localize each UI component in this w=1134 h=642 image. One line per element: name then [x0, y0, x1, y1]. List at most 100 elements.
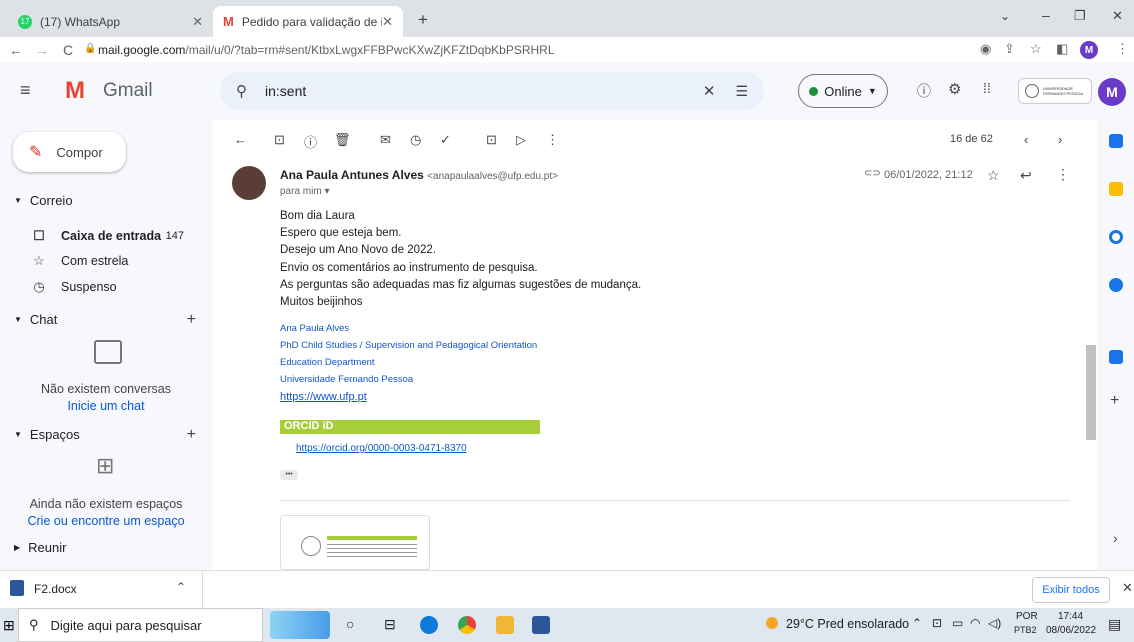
tab-whatsapp[interactable]: 17 (17) WhatsApp ✕ [8, 6, 213, 37]
cortana-icon[interactable]: ○ [346, 616, 354, 632]
attachment-thumbnail[interactable] [280, 515, 430, 570]
volume-icon[interactable]: ◁) [988, 616, 1001, 630]
search-bar[interactable]: ⚲ in:sent ✕ ☰ [220, 72, 764, 110]
snooze-icon[interactable]: ◷ [410, 132, 421, 148]
report-spam-icon[interactable]: ⓘ [304, 132, 317, 151]
close-downloads-icon[interactable]: ✕ [1122, 580, 1133, 596]
message-more-icon[interactable]: ⋮ [1056, 166, 1070, 183]
back-arrow-icon[interactable]: ← [234, 132, 247, 147]
sidebar-item-starred[interactable]: ☆ Com estrela [30, 253, 200, 269]
back-icon[interactable]: ← [6, 42, 26, 58]
get-addons-plus-icon[interactable]: + [1110, 392, 1119, 410]
apps-grid-icon[interactable]: ⁞⁞ [983, 80, 991, 96]
section-meet[interactable]: ▶ Reunir [14, 540, 204, 555]
scrollbar-thumb[interactable] [1086, 345, 1096, 440]
mark-unread-icon[interactable]: ✉ [380, 132, 391, 148]
delete-icon[interactable]: 🗑 [334, 132, 351, 148]
new-space-plus-icon[interactable]: + [187, 426, 196, 444]
battery-icon[interactable]: ▭ [952, 616, 963, 630]
forward-icon[interactable]: → [32, 42, 52, 58]
chrome-icon[interactable] [458, 616, 476, 634]
clear-search-icon[interactable]: ✕ [703, 82, 716, 100]
new-chat-plus-icon[interactable]: + [187, 311, 196, 329]
taskbar-search[interactable]: ⚲ Digite aqui para pesquisar [18, 608, 263, 642]
close-window-icon[interactable]: ✕ [1112, 8, 1123, 24]
new-tab-icon[interactable]: + [418, 10, 428, 30]
contacts-icon[interactable] [1109, 278, 1123, 292]
zoom-icon[interactable] [1109, 350, 1123, 364]
word-icon[interactable] [532, 616, 550, 634]
sidepanel-icon[interactable]: ◧ [1056, 41, 1068, 57]
add-task-icon[interactable]: ✓ [440, 132, 451, 148]
eye-icon[interactable]: ◉ [980, 41, 991, 57]
news-widget-image[interactable] [270, 611, 330, 639]
file-explorer-icon[interactable] [496, 616, 514, 634]
star-icon[interactable]: ☆ [987, 167, 1000, 184]
university-logo-icon [1025, 84, 1039, 98]
section-correio[interactable]: ▼ Correio [14, 193, 204, 208]
wifi-icon[interactable]: ◠ [970, 616, 980, 630]
windows-start-icon[interactable]: ⊞ [3, 617, 15, 634]
status-dropdown[interactable]: Online ▼ [798, 74, 888, 108]
reply-icon[interactable]: ↩ [1020, 167, 1032, 184]
spaces-icon: ⊞ [96, 453, 115, 478]
tray-chevron-icon[interactable]: ⌃ [912, 616, 922, 630]
calendar-icon[interactable] [1109, 134, 1123, 148]
clock-date[interactable]: 08/06/2022 [1046, 625, 1096, 636]
help-icon[interactable]: ⓘ [917, 81, 931, 101]
minimize-icon[interactable]: – [1042, 7, 1050, 23]
input-language[interactable]: POR [1016, 611, 1038, 622]
download-options-chevron-icon[interactable]: ⌃ [176, 580, 186, 594]
keyboard-layout[interactable]: PTB2 [1014, 625, 1037, 635]
label-icon[interactable]: ▷ [516, 132, 526, 148]
start-chat-link[interactable]: Inicie um chat [0, 399, 212, 413]
sender-avatar[interactable] [232, 166, 266, 200]
notifications-icon[interactable]: ▤ [1108, 616, 1121, 633]
search-icon[interactable]: ⚲ [236, 82, 247, 100]
search-options-icon[interactable]: ☰ [735, 83, 748, 100]
newer-chevron-icon[interactable]: ‹ [1024, 132, 1028, 147]
more-icon[interactable]: ⋮ [546, 132, 559, 148]
bookmark-star-icon[interactable]: ☆ [1030, 41, 1042, 57]
tab-search-icon[interactable]: ⌄ [1000, 9, 1010, 23]
expand-panel-chevron-icon[interactable]: › [1113, 530, 1118, 546]
recipient-dropdown[interactable]: para mim ▾ [280, 186, 330, 197]
edge-icon[interactable] [420, 616, 438, 634]
account-avatar[interactable]: M [1098, 78, 1126, 106]
maximize-icon[interactable]: ❐ [1074, 8, 1086, 24]
close-tab-icon[interactable]: ✕ [192, 14, 203, 30]
sidebar-item-inbox[interactable]: ☐ Caixa de entrada 147 [30, 228, 200, 244]
section-chat[interactable]: ▼ Chat + [14, 311, 204, 329]
orcid-link[interactable]: https://orcid.org/0000-0003-0471-8370 [296, 443, 467, 454]
signature-url-link[interactable]: https://www.ufp.pt [280, 389, 537, 406]
weather-text[interactable]: 29°C Pred ensolarado [786, 617, 909, 631]
gmail-wordmark[interactable]: Gmail [103, 80, 153, 102]
download-filename[interactable]: F2.docx [34, 582, 77, 596]
search-input[interactable]: in:sent [265, 83, 306, 99]
tasks-icon[interactable] [1109, 230, 1123, 244]
archive-icon[interactable]: ⊡ [274, 132, 285, 148]
find-space-link[interactable]: Crie ou encontre um espaço [0, 514, 212, 528]
url-field[interactable]: mail.google.com/mail/u/0/?tab=rm#sent/Kt… [98, 37, 978, 63]
tray-app-icon[interactable]: ⊡ [932, 616, 942, 630]
compose-button[interactable]: ✎ Compor [13, 132, 126, 172]
chrome-profile-avatar[interactable]: M [1080, 41, 1098, 59]
show-all-downloads-button[interactable]: Exibir todos [1032, 577, 1110, 603]
close-tab-icon[interactable]: ✕ [382, 14, 393, 30]
show-trimmed-content-button[interactable]: ••• [280, 470, 298, 480]
tab-gmail[interactable]: M Pedido para validação de instrum ✕ [213, 6, 403, 37]
chrome-menu-icon[interactable]: ⋮ [1116, 41, 1129, 57]
main-menu-icon[interactable]: ≡ [20, 80, 31, 101]
keep-icon[interactable] [1109, 182, 1123, 196]
task-view-icon[interactable]: ⊟ [384, 616, 396, 633]
share-icon[interactable]: ⇪ [1004, 41, 1015, 57]
clock-time[interactable]: 17:44 [1058, 611, 1083, 622]
sender-name[interactable]: Ana Paula Antunes Alves [280, 168, 424, 182]
section-spaces[interactable]: ▼ Espaços + [14, 426, 204, 444]
reload-icon[interactable]: C [58, 42, 78, 58]
older-chevron-icon[interactable]: › [1058, 132, 1062, 147]
org-badge[interactable]: UNIVERSIDADE FERNANDO PESSOA [1018, 78, 1092, 104]
settings-gear-icon[interactable]: ⚙ [948, 80, 961, 98]
move-to-icon[interactable]: ⊡ [486, 132, 497, 148]
sidebar-item-snoozed[interactable]: ◷ Suspenso [30, 279, 200, 295]
